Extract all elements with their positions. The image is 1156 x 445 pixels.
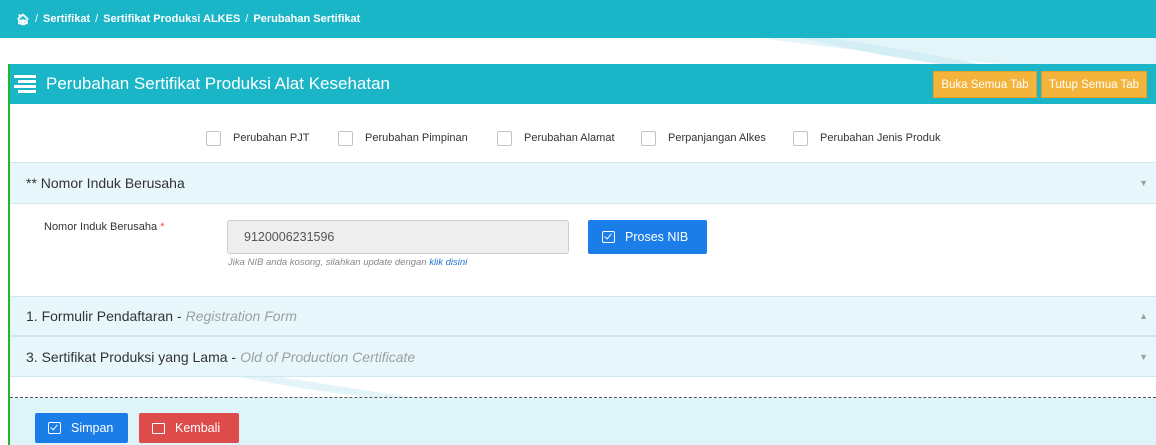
option-label: Perubahan Jenis Produk <box>820 132 941 144</box>
check-square-icon <box>48 422 61 434</box>
required-mark: * <box>160 221 165 233</box>
decorative-wave <box>240 377 410 397</box>
decorative-wave <box>0 38 1156 64</box>
nib-help-text: Jika NIB anda kosong, silahkan update de… <box>228 257 467 268</box>
checkbox[interactable] <box>641 130 656 146</box>
checkbox[interactable] <box>206 130 221 146</box>
option-label: Perubahan Pimpinan <box>365 132 468 144</box>
open-all-tabs-button[interactable]: Buka Semua Tab <box>933 71 1037 98</box>
close-all-tabs-button[interactable]: Tutup Semua Tab <box>1041 71 1147 98</box>
help-text: Jika NIB anda kosong, silahkan update de… <box>228 257 427 268</box>
breadcrumb: 🏠︎ / Sertifikat / Sertifikat Produksi AL… <box>0 0 1156 38</box>
update-nib-link[interactable]: klik disini <box>429 257 467 268</box>
caret-down-icon: ▼ <box>1139 178 1148 188</box>
breadcrumb-item-sertifikat-produksi[interactable]: Sertifikat Produksi ALKES <box>103 13 240 25</box>
nib-input[interactable]: 9120006231596 <box>227 220 569 254</box>
option-perubahan-pjt[interactable]: Perubahan PJT <box>206 130 310 146</box>
main-panel: Perubahan Sertifikat Produksi Alat Keseh… <box>8 64 1156 445</box>
option-perubahan-jenis-produk[interactable]: Perubahan Jenis Produk <box>793 130 941 146</box>
option-perubahan-pimpinan[interactable]: Perubahan Pimpinan <box>338 130 468 146</box>
panel-header: Perubahan Sertifikat Produksi Alat Keseh… <box>10 64 1156 104</box>
option-perubahan-alamat[interactable]: Perubahan Alamat <box>497 130 615 146</box>
checkbox[interactable] <box>338 130 353 146</box>
list-icon <box>14 75 36 93</box>
home-icon[interactable]: 🏠︎ <box>16 13 30 26</box>
section-title: 1. Formulir Pendaftaran - <box>26 308 182 324</box>
breadcrumb-item-sertifikat[interactable]: Sertifikat <box>43 13 90 25</box>
check-square-icon <box>602 231 615 243</box>
back-label: Kembali <box>175 421 221 435</box>
checkbox[interactable] <box>497 130 512 146</box>
save-label: Simpan <box>71 421 114 435</box>
section-subtitle: Registration Form <box>185 308 297 324</box>
nib-label-text: Nomor Induk Berusaha <box>44 221 158 233</box>
option-label: Perubahan PJT <box>233 132 310 144</box>
breadcrumb-separator: / <box>95 13 99 25</box>
back-button[interactable]: Kembali <box>139 413 239 443</box>
share-square-icon <box>152 422 165 434</box>
breadcrumb-item-perubahan: Perubahan Sertifikat <box>253 13 361 25</box>
section-nib-body <box>10 204 1156 296</box>
option-label: Perubahan Alamat <box>524 132 615 144</box>
section-title: 3. Sertifikat Produksi yang Lama - <box>26 348 237 365</box>
caret-down-icon: ▼ <box>1139 351 1148 362</box>
option-label: Perpanjangan Alkes <box>668 132 766 144</box>
breadcrumb-separator: / <box>34 13 39 25</box>
process-nib-button[interactable]: Proses NIB <box>588 220 707 254</box>
option-perpanjangan-alkes[interactable]: Perpanjangan Alkes <box>641 130 766 146</box>
section-subtitle: Old of Production Certificate <box>240 348 416 365</box>
save-button[interactable]: Simpan <box>35 413 128 443</box>
section-nib-header[interactable]: ** Nomor Induk Berusaha ▼ <box>10 162 1156 204</box>
panel-title: Perubahan Sertifikat Produksi Alat Keseh… <box>46 74 390 93</box>
nib-label: Nomor Induk Berusaha * <box>44 221 164 233</box>
process-nib-label: Proses NIB <box>625 230 689 244</box>
checkbox[interactable] <box>793 130 808 146</box>
caret-up-icon: ▲ <box>1139 311 1148 321</box>
section-old-certificate-header[interactable]: 3. Sertifikat Produksi yang Lama - Old o… <box>10 336 1156 377</box>
section-registration-header[interactable]: 1. Formulir Pendaftaran - Registration F… <box>10 296 1156 336</box>
change-options: Perubahan PJT Perubahan Pimpinan Perubah… <box>10 126 1156 150</box>
breadcrumb-separator: / <box>245 13 249 25</box>
footer-actions: Simpan Kembali <box>10 398 1156 445</box>
section-title: ** Nomor Induk Berusaha <box>26 175 185 191</box>
